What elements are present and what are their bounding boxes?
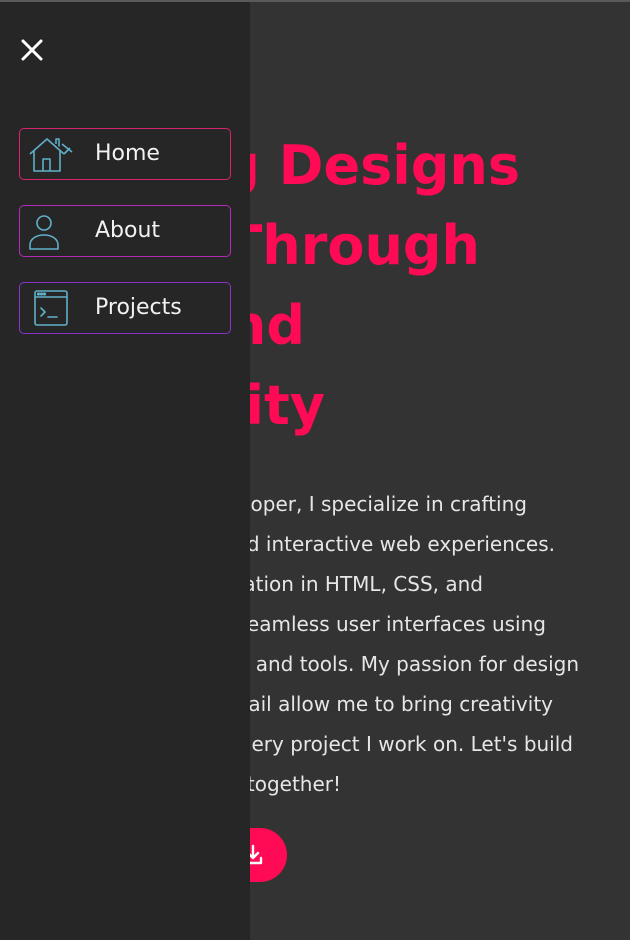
nav-item-home[interactable]: Home: [19, 128, 231, 180]
side-drawer: Home About Projects: [0, 2, 250, 940]
nav-item-label: Projects: [95, 295, 182, 320]
house-icon: [28, 135, 74, 173]
close-menu-button[interactable]: [16, 34, 48, 66]
nav-item-label: Home: [95, 141, 160, 166]
terminal-window-icon: [28, 289, 74, 327]
nav-item-about[interactable]: About: [19, 205, 231, 257]
close-icon: [21, 39, 43, 61]
nav-item-label: About: [95, 218, 161, 243]
user-icon: [28, 212, 74, 250]
nav-item-projects[interactable]: Projects: [19, 282, 231, 334]
